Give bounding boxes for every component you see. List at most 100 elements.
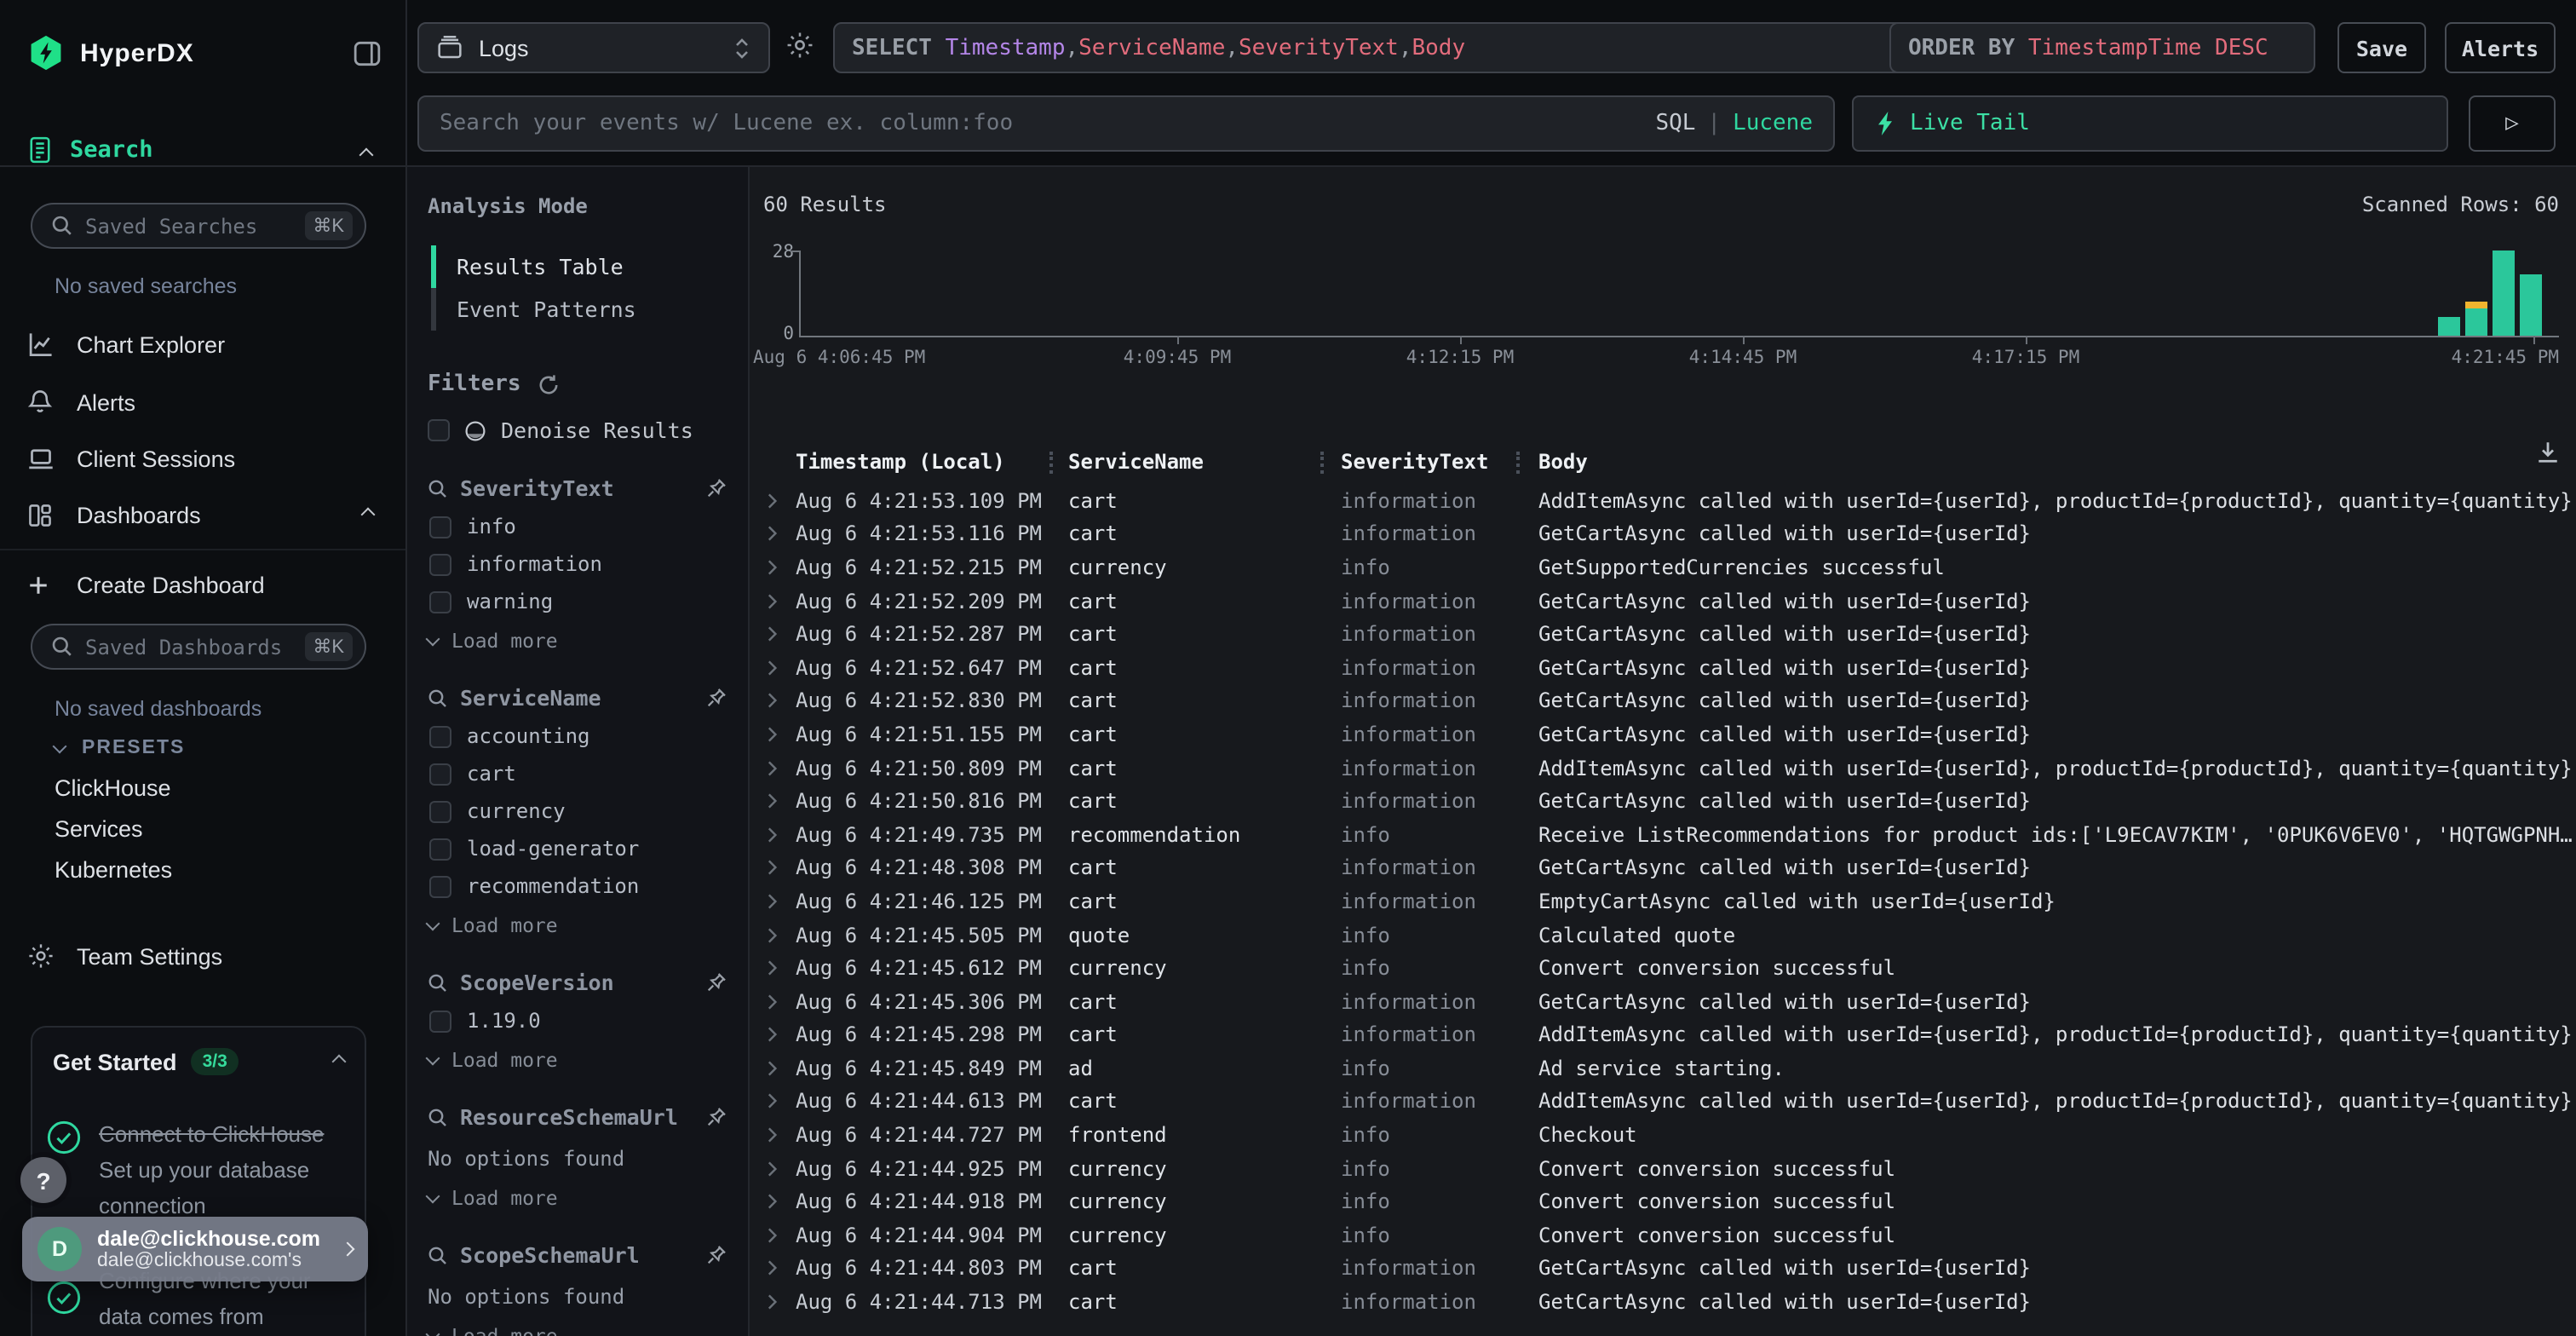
row-expand-chevron-icon[interactable] bbox=[765, 826, 779, 843]
run-query-play-button[interactable]: ▷ bbox=[2469, 95, 2556, 152]
table-row[interactable]: Aug 6 4:21:44.925 PMcurrencyinfoConvert … bbox=[750, 1152, 2576, 1185]
results-histogram[interactable] bbox=[799, 250, 2559, 336]
refresh-icon[interactable] bbox=[537, 372, 561, 396]
filter-option-info[interactable]: info bbox=[429, 515, 727, 538]
get-started-step-connect[interactable]: Connect to ClickHouse Set up your databa… bbox=[46, 1116, 331, 1224]
load-more-button[interactable]: Load more bbox=[428, 1324, 727, 1336]
pin-icon[interactable] bbox=[705, 1244, 727, 1266]
sidebar-item-dashboards[interactable]: Dashboards bbox=[0, 492, 407, 537]
source-selector[interactable]: Logs bbox=[417, 22, 770, 73]
row-expand-chevron-icon[interactable] bbox=[765, 1093, 779, 1110]
table-row[interactable]: Aug 6 4:21:44.904 PMcurrencyinfoConvert … bbox=[750, 1218, 2576, 1252]
table-row[interactable]: Aug 6 4:21:45.306 PMcartinformationGetCa… bbox=[750, 985, 2576, 1018]
saved-searches-input[interactable] bbox=[85, 214, 292, 238]
table-row[interactable]: Aug 6 4:21:51.155 PMcartinformationGetCa… bbox=[750, 717, 2576, 751]
source-settings-gear-icon[interactable] bbox=[785, 31, 814, 60]
row-expand-chevron-icon[interactable] bbox=[765, 1160, 779, 1177]
row-expand-chevron-icon[interactable] bbox=[765, 559, 779, 576]
chevron-up-icon[interactable] bbox=[332, 1055, 347, 1069]
sidebar-collapse-icon[interactable] bbox=[353, 41, 382, 66]
pin-icon[interactable] bbox=[705, 1106, 727, 1128]
search-icon[interactable] bbox=[428, 1107, 448, 1127]
sidebar-item-search[interactable]: Search bbox=[27, 136, 153, 164]
filter-option-load-generator[interactable]: load-generator bbox=[429, 837, 727, 861]
histogram-bar[interactable] bbox=[2520, 274, 2542, 336]
table-row[interactable]: Aug 6 4:21:49.735 PMrecommendationinfoRe… bbox=[750, 818, 2576, 851]
row-expand-chevron-icon[interactable] bbox=[765, 1126, 779, 1143]
column-header-servicename[interactable]: ServiceName bbox=[1068, 450, 1204, 474]
sidebar-item-alerts[interactable]: Alerts bbox=[0, 380, 407, 424]
row-expand-chevron-icon[interactable] bbox=[765, 592, 779, 609]
user-profile-chip[interactable]: D dale@clickhouse.com dale@clickhouse.co… bbox=[22, 1217, 368, 1281]
saved-searches-searchbox[interactable]: ⌘K bbox=[31, 203, 366, 249]
table-row[interactable]: Aug 6 4:21:45.298 PMcartinformationAddIt… bbox=[750, 1018, 2576, 1051]
row-expand-chevron-icon[interactable] bbox=[765, 959, 779, 976]
row-expand-chevron-icon[interactable] bbox=[765, 893, 779, 910]
column-resize-handle[interactable] bbox=[1320, 452, 1324, 474]
table-row[interactable]: Aug 6 4:21:44.803 PMcartinformationGetCa… bbox=[750, 1252, 2576, 1285]
table-row[interactable]: Aug 6 4:21:44.727 PMfrontendinfoCheckout bbox=[750, 1119, 2576, 1152]
row-expand-chevron-icon[interactable] bbox=[765, 926, 779, 943]
filter-option-cart[interactable]: cart bbox=[429, 762, 727, 786]
order-by-input[interactable]: ORDER BY TimestampTime DESC bbox=[1889, 22, 2315, 73]
table-row[interactable]: Aug 6 4:21:53.109 PMcartinformationAddIt… bbox=[750, 484, 2576, 517]
histogram-bar[interactable] bbox=[2465, 302, 2487, 336]
load-more-button[interactable]: Load more bbox=[428, 1186, 727, 1210]
row-expand-chevron-icon[interactable] bbox=[765, 659, 779, 677]
column-header-timestamp[interactable]: Timestamp (Local) bbox=[796, 450, 1005, 474]
table-row[interactable]: Aug 6 4:21:52.287 PMcartinformationGetCa… bbox=[750, 618, 2576, 651]
sidebar-item-chart-explorer[interactable]: Chart Explorer bbox=[0, 322, 407, 366]
pin-icon[interactable] bbox=[705, 971, 727, 993]
filter-option-information[interactable]: information bbox=[429, 552, 727, 576]
table-row[interactable]: Aug 6 4:21:48.308 PMcartinformationGetCa… bbox=[750, 851, 2576, 884]
pin-icon[interactable] bbox=[705, 477, 727, 499]
table-row[interactable]: Aug 6 4:21:53.116 PMcartinformationGetCa… bbox=[750, 517, 2576, 550]
column-header-severitytext[interactable]: SeverityText bbox=[1341, 450, 1488, 474]
search-icon[interactable] bbox=[428, 478, 448, 498]
row-expand-chevron-icon[interactable] bbox=[765, 759, 779, 776]
table-row[interactable]: Aug 6 4:21:44.713 PMcartinformationGetCa… bbox=[750, 1286, 2576, 1319]
row-expand-chevron-icon[interactable] bbox=[765, 792, 779, 809]
alerts-button[interactable]: Alerts bbox=[2445, 22, 2556, 73]
row-expand-chevron-icon[interactable] bbox=[765, 1194, 779, 1211]
save-button[interactable]: Save bbox=[2337, 22, 2426, 73]
histogram-bar[interactable] bbox=[2438, 317, 2460, 336]
filter-option-currency[interactable]: currency bbox=[429, 799, 727, 823]
row-expand-chevron-icon[interactable] bbox=[765, 1227, 779, 1244]
row-expand-chevron-icon[interactable] bbox=[765, 693, 779, 710]
row-expand-chevron-icon[interactable] bbox=[765, 1293, 779, 1310]
sidebar-item-kubernetes-preset[interactable]: Kubernetes bbox=[55, 857, 172, 883]
row-expand-chevron-icon[interactable] bbox=[765, 726, 779, 743]
table-row[interactable]: Aug 6 4:21:52.647 PMcartinformationGetCa… bbox=[750, 651, 2576, 684]
table-row[interactable]: Aug 6 4:21:44.613 PMcartinformationAddIt… bbox=[750, 1085, 2576, 1118]
table-row[interactable]: Aug 6 4:21:50.816 PMcartinformationGetCa… bbox=[750, 785, 2576, 818]
presets-section-toggle[interactable]: PRESETS bbox=[55, 738, 185, 758]
column-resize-handle[interactable] bbox=[1516, 452, 1520, 474]
search-icon[interactable] bbox=[428, 972, 448, 993]
saved-dashboards-searchbox[interactable]: ⌘K bbox=[31, 624, 366, 670]
row-expand-chevron-icon[interactable] bbox=[765, 1060, 779, 1077]
help-button[interactable]: ? bbox=[20, 1157, 66, 1203]
row-expand-chevron-icon[interactable] bbox=[765, 1027, 779, 1044]
table-row[interactable]: Aug 6 4:21:46.125 PMcartinformationEmpty… bbox=[750, 884, 2576, 918]
saved-dashboards-input[interactable] bbox=[85, 635, 292, 659]
load-more-button[interactable]: Load more bbox=[428, 1048, 727, 1072]
filter-option-accounting[interactable]: accounting bbox=[429, 724, 727, 748]
row-expand-chevron-icon[interactable] bbox=[765, 625, 779, 642]
row-expand-chevron-icon[interactable] bbox=[765, 993, 779, 1010]
search-icon[interactable] bbox=[428, 1245, 448, 1265]
download-csv-icon[interactable] bbox=[2535, 440, 2561, 465]
table-row[interactable]: Aug 6 4:21:45.849 PMadinfoAd service sta… bbox=[750, 1051, 2576, 1085]
brand-logo[interactable]: HyperDX bbox=[27, 34, 194, 72]
sql-mode-toggle[interactable]: SQL bbox=[1655, 111, 1695, 136]
search-input[interactable] bbox=[440, 111, 1642, 136]
row-expand-chevron-icon[interactable] bbox=[765, 1260, 779, 1277]
mode-results-table[interactable]: Results Table bbox=[428, 245, 727, 288]
sidebar-item-services-preset[interactable]: Services bbox=[55, 816, 143, 842]
live-tail-button[interactable]: Live Tail bbox=[1852, 95, 2448, 152]
histogram-bar[interactable] bbox=[2493, 250, 2515, 336]
mode-event-patterns[interactable]: Event Patterns bbox=[428, 288, 727, 331]
filter-option-1.19.0[interactable]: 1.19.0 bbox=[429, 1009, 727, 1033]
table-row[interactable]: Aug 6 4:21:50.809 PMcartinformationAddIt… bbox=[750, 752, 2576, 785]
sidebar-item-client-sessions[interactable]: Client Sessions bbox=[0, 436, 407, 481]
